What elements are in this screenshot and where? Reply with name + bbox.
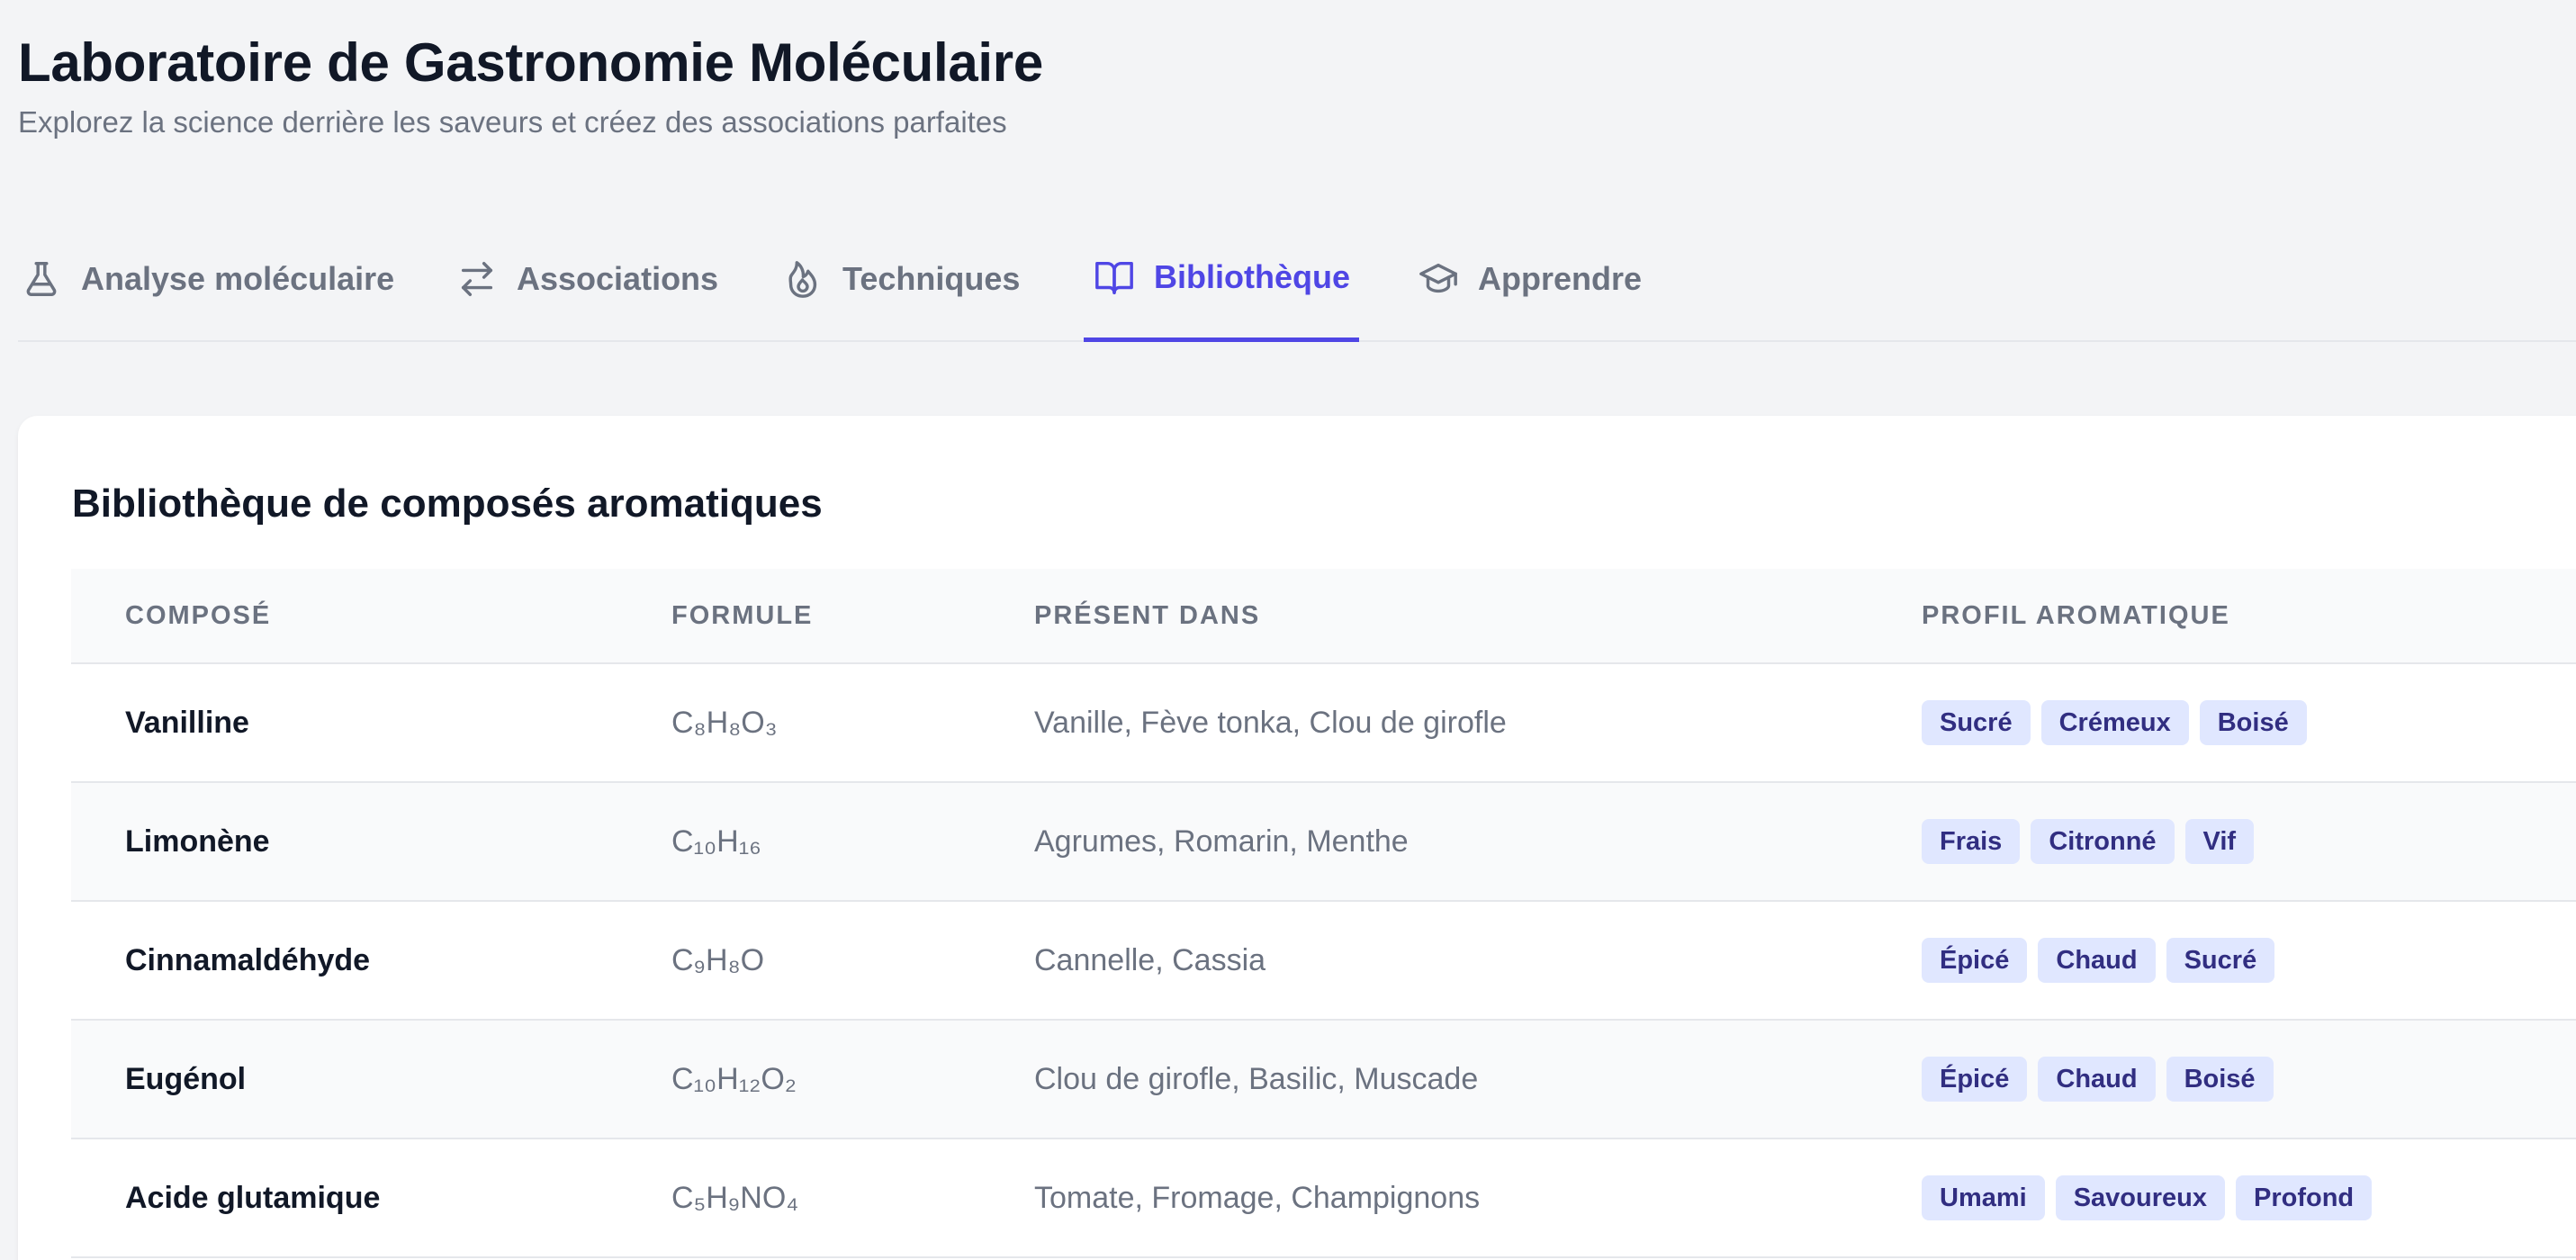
compound-name: Limonène <box>125 824 270 859</box>
aroma-tag: Chaud <box>2038 1057 2156 1102</box>
compound-formula: C₈H₈O₃ <box>671 706 778 740</box>
book-open-icon <box>1093 256 1136 299</box>
compound-formula: C₁₀H₁₂O₂ <box>671 1062 797 1096</box>
table-row[interactable]: Cinnamaldéhyde C₉H₈O Cannelle, Cassia Épicé… <box>71 902 2576 1021</box>
compound-formula: C₁₀H₁₆ <box>671 824 761 859</box>
aroma-tag: Sucré <box>1922 700 2031 745</box>
column-header-present-dans: PRÉSENT DANS <box>1034 601 1261 630</box>
app-page: Laboratoire de Gastronomie Moléculaire E… <box>0 0 2576 1260</box>
aroma-tag: Boisé <box>2166 1057 2274 1102</box>
aroma-tag: Épicé <box>1922 938 2028 983</box>
compound-sources: Cannelle, Cassia <box>1034 943 1266 977</box>
tab-label: Analyse moléculaire <box>81 260 395 297</box>
flame-icon <box>781 257 824 301</box>
column-header-formule: FORMULE <box>671 601 814 630</box>
aroma-tag: Citronné <box>2031 819 2175 864</box>
tab-bar: Analyse moléculaire Associations Techniq… <box>18 216 2576 342</box>
library-card: Bibliothèque de composés aromatiques COM… <box>18 416 2576 1260</box>
aroma-tag: Boisé <box>2199 700 2307 745</box>
compound-name: Acide glutamique <box>125 1181 381 1215</box>
aroma-tag: Umami <box>1922 1175 2045 1220</box>
aroma-tag: Vif <box>2184 819 2255 864</box>
compound-sources: Clou de girofle, Basilic, Muscade <box>1034 1062 1479 1096</box>
tab-label: Associations <box>517 260 719 297</box>
table-row[interactable]: Eugénol C₁₀H₁₂O₂ Clou de girofle, Basilic,… <box>71 1021 2576 1139</box>
table-row[interactable]: Limonène C₁₀H₁₆ Agrumes, Romarin, Menthe Fr… <box>71 783 2576 902</box>
tab-bibliotheque[interactable]: Bibliothèque <box>1084 216 1359 342</box>
column-header-compose: COMPOSÉ <box>125 601 272 630</box>
compound-formula: C₉H₈O <box>671 943 765 977</box>
arrows-left-right-icon <box>455 257 499 301</box>
aroma-tag: Frais <box>1922 819 2021 864</box>
aroma-tag: Chaud <box>2038 938 2156 983</box>
tab-apprendre[interactable]: Apprendre <box>1417 216 1642 342</box>
compound-sources: Tomate, Fromage, Champignons <box>1034 1181 1481 1215</box>
aroma-profile: Épicé Chaud Boisé <box>1922 1021 2274 1138</box>
graduation-cap-icon <box>1417 257 1460 301</box>
page-header: Laboratoire de Gastronomie Moléculaire E… <box>18 31 1043 142</box>
aroma-profile: Umami Savoureux Profond <box>1922 1139 2373 1256</box>
aroma-profile: Frais Citronné Vif <box>1922 783 2255 900</box>
compound-name: Cinnamaldéhyde <box>125 943 371 977</box>
aroma-tag: Crémeux <box>2040 700 2189 745</box>
flask-icon <box>20 257 63 301</box>
aroma-tag: Sucré <box>2166 938 2275 983</box>
tab-label: Apprendre <box>1478 260 1643 297</box>
column-header-profil-aromatique: PROFIL AROMATIQUE <box>1922 601 2230 630</box>
tab-techniques[interactable]: Techniques <box>781 216 1020 342</box>
table-row[interactable]: Vanilline C₈H₈O₃ Vanille, Fève tonka, Clou… <box>71 664 2576 783</box>
aroma-profile: Sucré Crémeux Boisé <box>1922 664 2307 781</box>
compound-sources: Vanille, Fève tonka, Clou de girofle <box>1034 706 1507 740</box>
compounds-table: COMPOSÉ FORMULE PRÉSENT DANS PROFIL AROM… <box>71 569 2576 1258</box>
aroma-tag: Épicé <box>1922 1057 2028 1102</box>
compound-formula: C₅H₉NO₄ <box>671 1181 799 1215</box>
tab-label: Techniques <box>842 260 1021 297</box>
table-row[interactable]: Acide glutamique C₅H₉NO₄ Tomate, Fromage, … <box>71 1139 2576 1258</box>
page-subtitle: Explorez la science derrière les saveurs… <box>18 105 1007 139</box>
compound-name: Eugénol <box>125 1062 247 1096</box>
tab-label: Bibliothèque <box>1154 257 1350 295</box>
compound-sources: Agrumes, Romarin, Menthe <box>1034 824 1409 859</box>
aroma-tag: Profond <box>2236 1175 2373 1220</box>
compound-name: Vanilline <box>125 706 249 740</box>
table-body: Vanilline C₈H₈O₃ Vanille, Fève tonka, Clou… <box>71 664 2576 1258</box>
tab-associations[interactable]: Associations <box>455 216 718 342</box>
library-title: Bibliothèque de composés aromatiques <box>72 482 823 526</box>
aroma-profile: Épicé Chaud Sucré <box>1922 902 2275 1019</box>
tab-analyse-moleculaire[interactable]: Analyse moléculaire <box>20 216 394 342</box>
aroma-tag: Savoureux <box>2055 1175 2225 1220</box>
page-title: Laboratoire de Gastronomie Moléculaire <box>18 32 1043 93</box>
table-header: COMPOSÉ FORMULE PRÉSENT DANS PROFIL AROM… <box>71 569 2576 664</box>
